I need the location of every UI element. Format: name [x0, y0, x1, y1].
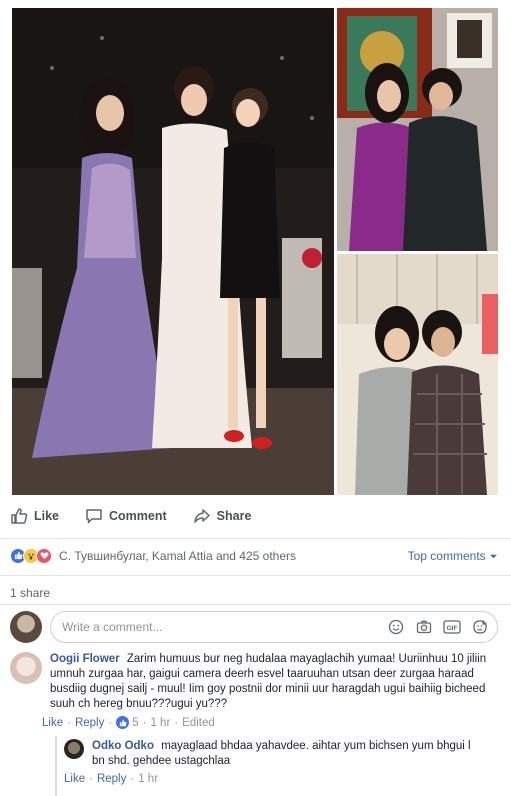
love-reaction-icon [36, 547, 52, 564]
post-photo-bottom-right[interactable] [337, 254, 498, 495]
comment-bubble-icon [86, 509, 102, 524]
sticker-icon[interactable] [469, 617, 491, 637]
reply-item: Odko Odko mayaglaad bhdaa yahavdee. aiht… [50, 739, 500, 785]
camera-icon[interactable] [413, 617, 435, 637]
comment-like-count[interactable]: 5 [116, 716, 139, 729]
comment-author[interactable]: Odko Odko [92, 740, 154, 752]
like-label: Like [34, 509, 60, 523]
edited-label[interactable]: Edited [182, 717, 215, 729]
share-button[interactable]: Share [193, 507, 252, 525]
separator: · [142, 716, 147, 729]
comment-body: Odko Odko mayaglaad bhdaa yahavdee. aiht… [92, 739, 484, 769]
comment-like-link[interactable]: Like [64, 773, 85, 785]
thumbs-up-icon [11, 508, 28, 524]
comment-author[interactable]: Oogii Flower [50, 653, 120, 665]
comment-reply-link[interactable]: Reply [75, 717, 104, 729]
share-arrow-icon [193, 509, 210, 523]
comment-input[interactable]: Write a comment... GIF [50, 611, 498, 643]
photo-collage [0, 0, 511, 498]
post-photo-main[interactable] [12, 8, 334, 495]
comment-body: Oogii Flower Zarim humuus bur neg hudala… [50, 652, 490, 712]
comment-reply-link[interactable]: Reply [97, 773, 126, 785]
svg-text:GIF: GIF [447, 625, 458, 632]
avatar[interactable] [10, 652, 42, 684]
composer-tools: GIF [385, 617, 497, 637]
reaction-summary[interactable]: С. Тувшинбулаг, Kamal Attia and 425 othe… [59, 549, 296, 563]
comment-timestamp[interactable]: 1 hr [138, 773, 158, 785]
separator: · [174, 716, 179, 729]
comment-button[interactable]: Comment [85, 507, 167, 525]
avatar[interactable] [10, 611, 42, 643]
like-reaction-icon [116, 716, 130, 729]
comment-meta: Like · Reply · 1 hr [64, 773, 484, 785]
top-comments-label: Top comments [407, 548, 486, 563]
comment-placeholder: Write a comment... [62, 620, 163, 634]
caret-down-icon [490, 554, 497, 559]
like-button[interactable]: Like [10, 507, 59, 525]
post-photo-top-right[interactable] [337, 8, 498, 251]
separator: · [108, 716, 113, 729]
separator: · [130, 773, 135, 785]
gif-icon[interactable]: GIF [441, 617, 463, 637]
comment-meta: Like · Reply · 5 · 1 hr · Edited [42, 716, 490, 729]
comment-label: Comment [109, 509, 167, 523]
emoji-icon[interactable] [385, 617, 407, 637]
comment-like-link[interactable]: Like [42, 717, 63, 729]
avatar[interactable] [64, 739, 84, 759]
like-count-value: 5 [132, 716, 139, 729]
reactions-row: С. Тувшинбулаг, Kamal Attia and 425 othe… [0, 538, 511, 572]
share-label: Share [216, 509, 252, 523]
reaction-icons[interactable] [10, 547, 52, 564]
separator: · [89, 773, 93, 785]
post-action-bar: Like Comment Share [0, 498, 511, 534]
divider [0, 604, 511, 605]
comment-timestamp[interactable]: 1 hr [150, 717, 170, 729]
comment-composer: Write a comment... GIF [10, 610, 500, 644]
share-count[interactable]: 1 share [0, 575, 511, 601]
top-comments-sort[interactable]: Top comments [408, 549, 497, 563]
separator: · [67, 716, 71, 729]
comment-item: Oogii Flower Zarim humuus bur neg hudala… [10, 652, 500, 729]
